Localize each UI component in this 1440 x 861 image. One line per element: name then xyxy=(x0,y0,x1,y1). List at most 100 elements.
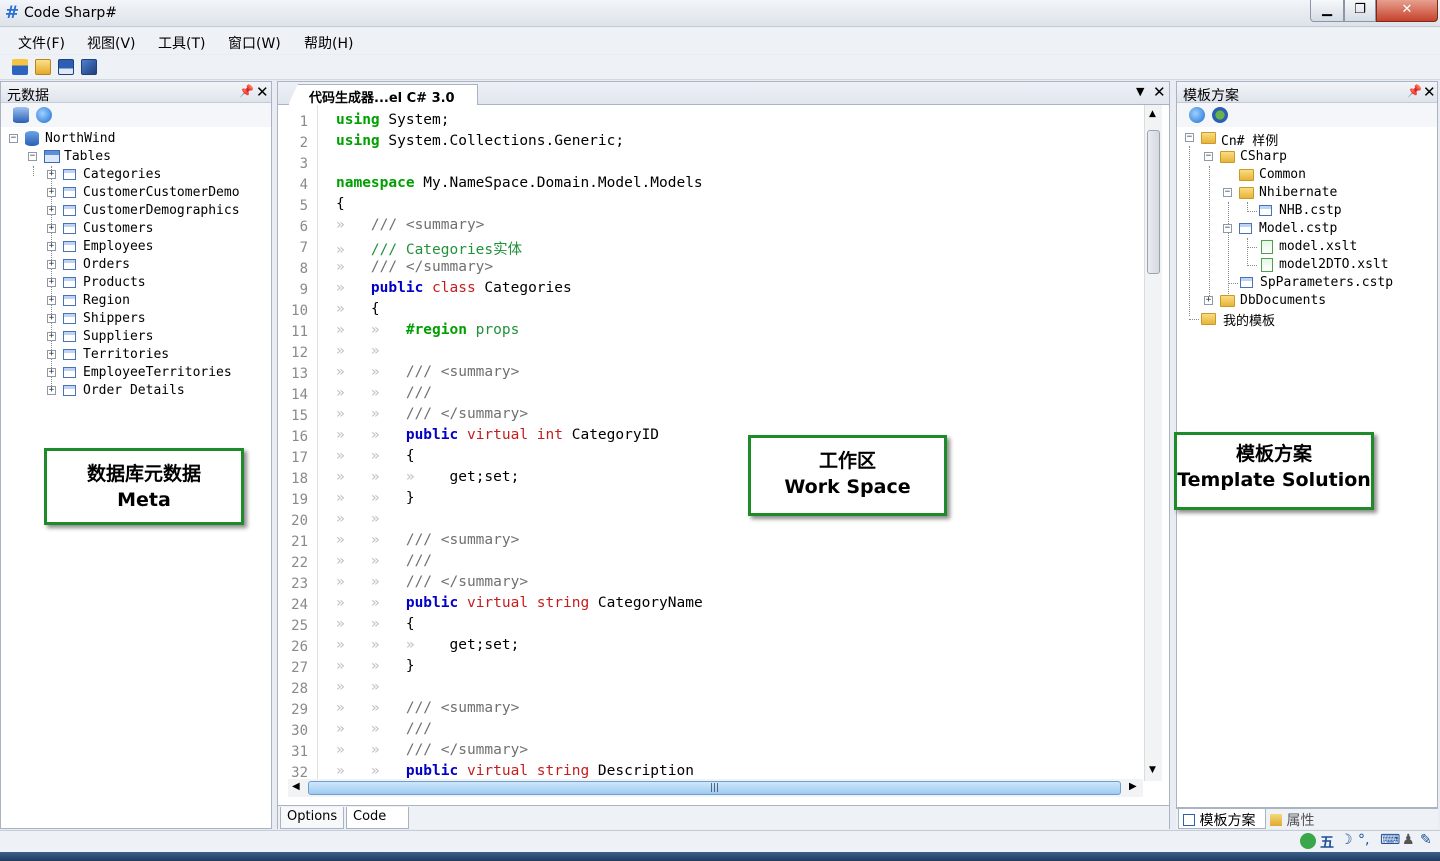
code-line: using System; xyxy=(336,112,450,128)
code-area[interactable]: using System; using System.Collections.Ge… xyxy=(278,105,1144,781)
template-panel-title: 模板方案 xyxy=(1183,88,1239,104)
tab-properties-label: 属性 xyxy=(1286,813,1315,829)
template-panel-header: 模板方案 📌 ✕ xyxy=(1177,82,1437,104)
database-icon[interactable] xyxy=(13,107,29,123)
horizontal-scroll-thumb[interactable]: ||| xyxy=(308,781,1121,795)
close-icon[interactable]: ✕ xyxy=(1153,83,1166,101)
refresh-icon[interactable] xyxy=(36,107,52,123)
tab-template-solution[interactable]: 模板方案 xyxy=(1178,809,1266,829)
menu-file[interactable]: 文件(F) xyxy=(18,33,65,53)
punctuation-icon[interactable]: °, xyxy=(1358,832,1369,848)
code-token: /// xyxy=(405,385,441,401)
collapse-icon[interactable]: − xyxy=(1223,188,1232,197)
refresh-icon[interactable] xyxy=(1189,107,1205,123)
table-icon xyxy=(63,187,76,198)
expand-icon[interactable]: + xyxy=(47,314,56,323)
expand-icon[interactable]: + xyxy=(47,296,56,305)
vertical-scrollbar[interactable]: ▲ ▼ xyxy=(1144,105,1162,781)
expand-icon[interactable]: + xyxy=(47,170,56,179)
code-line: » » public virtual int CategoryID xyxy=(336,427,659,443)
expand-icon[interactable]: + xyxy=(47,332,56,341)
code-token: » » xyxy=(336,658,406,674)
expand-icon[interactable]: + xyxy=(47,242,56,251)
editor-tab-strip: 代码生成器...el C# 3.0 ▼ ✕ xyxy=(278,82,1169,105)
vertical-scroll-thumb[interactable] xyxy=(1147,130,1160,274)
collapse-icon[interactable]: − xyxy=(9,134,18,143)
user-icon[interactable]: ♟ xyxy=(1402,832,1415,848)
soft-keyboard-icon[interactable]: ⌨ xyxy=(1380,832,1400,848)
collapse-icon[interactable]: − xyxy=(1204,152,1213,161)
code-token: { xyxy=(405,616,415,632)
scroll-up-icon[interactable]: ▲ xyxy=(1149,109,1156,119)
menu-tools[interactable]: 工具(T) xyxy=(158,33,205,53)
settings-wrench-icon[interactable]: ✎ xyxy=(1420,832,1432,848)
settings-icon[interactable] xyxy=(1212,107,1228,123)
maximize-button[interactable]: ❐ xyxy=(1344,0,1376,22)
expand-icon[interactable]: + xyxy=(47,278,56,287)
tab-options[interactable]: Options xyxy=(280,807,345,829)
workspace-annotation-title: 工作区 xyxy=(818,450,876,472)
tab-properties[interactable]: 属性 xyxy=(1270,810,1314,830)
expand-icon[interactable]: + xyxy=(47,386,56,395)
collapse-icon[interactable]: − xyxy=(1185,133,1194,142)
code-line: » { xyxy=(336,301,380,317)
table-icon xyxy=(63,367,76,378)
expand-icon[interactable]: + xyxy=(47,188,56,197)
tree-item-label: Products xyxy=(83,275,146,290)
ime-mode-label[interactable]: 五 xyxy=(1320,832,1334,852)
menu-window[interactable]: 窗口(W) xyxy=(228,33,281,53)
half-width-icon[interactable]: ☽ xyxy=(1340,832,1353,848)
close-icon[interactable]: ✕ xyxy=(256,83,269,101)
table-icon xyxy=(63,331,76,342)
expand-icon[interactable]: + xyxy=(47,350,56,359)
code-line: » » /// </summary> xyxy=(336,742,528,758)
database-icon[interactable] xyxy=(12,59,28,75)
code-token: } xyxy=(405,658,415,674)
save-all-icon[interactable] xyxy=(81,59,97,75)
close-button[interactable]: ✕ xyxy=(1376,0,1438,22)
save-icon[interactable] xyxy=(58,59,74,75)
scroll-down-icon[interactable]: ▼ xyxy=(1149,765,1156,775)
pin-icon[interactable]: 📌 xyxy=(239,84,254,98)
properties-icon xyxy=(1270,814,1282,826)
expand-icon[interactable]: + xyxy=(47,260,56,269)
collapse-icon[interactable]: − xyxy=(1223,224,1232,233)
template-file-icon xyxy=(1259,205,1272,216)
horizontal-scrollbar[interactable]: ◀ ||| ▶ xyxy=(288,779,1143,797)
collapse-icon[interactable]: − xyxy=(28,152,37,161)
taskbar xyxy=(0,852,1440,861)
menu-help[interactable]: 帮助(H) xyxy=(304,33,353,53)
code-token: » xyxy=(336,217,371,233)
editor-tab[interactable]: 代码生成器...el C# 3.0 xyxy=(288,84,478,105)
scroll-left-icon[interactable]: ◀ xyxy=(292,781,300,792)
code-token: using xyxy=(336,133,380,149)
code-line: » » xyxy=(336,511,380,527)
tab-dropdown-icon[interactable]: ▼ xyxy=(1136,85,1144,98)
code-line: » public class Categories xyxy=(336,280,572,296)
tab-code[interactable]: Code xyxy=(346,807,409,829)
open-folder-icon[interactable] xyxy=(35,59,51,75)
table-icon xyxy=(63,277,76,288)
code-line: » » xyxy=(336,679,380,695)
pin-icon[interactable]: 📌 xyxy=(1407,84,1422,98)
expand-icon[interactable]: + xyxy=(47,206,56,215)
expand-icon[interactable]: + xyxy=(47,224,56,233)
expand-icon[interactable]: + xyxy=(1204,296,1213,305)
input-method-icon[interactable] xyxy=(1300,833,1316,849)
expand-icon[interactable]: + xyxy=(47,368,56,377)
tree-item-label: DbDocuments xyxy=(1240,293,1327,308)
folder-icon xyxy=(1220,295,1235,307)
code-token: My.NameSpace.Domain.Model.Models xyxy=(414,175,703,191)
scroll-right-icon[interactable]: ▶ xyxy=(1129,781,1137,792)
folder-icon xyxy=(1220,151,1235,163)
code-line: » » /// <summary> xyxy=(336,532,519,548)
code-line: » » { xyxy=(336,616,415,632)
close-icon[interactable]: ✕ xyxy=(1423,83,1436,101)
workspace-annotation: 工作区 Work Space xyxy=(748,435,947,516)
code-line: » » /// </summary> xyxy=(336,406,528,422)
menu-view[interactable]: 视图(V) xyxy=(87,33,136,53)
code-line: { xyxy=(336,196,362,212)
code-token: » » xyxy=(336,679,380,695)
minimize-button[interactable]: ▁ xyxy=(1310,0,1344,22)
